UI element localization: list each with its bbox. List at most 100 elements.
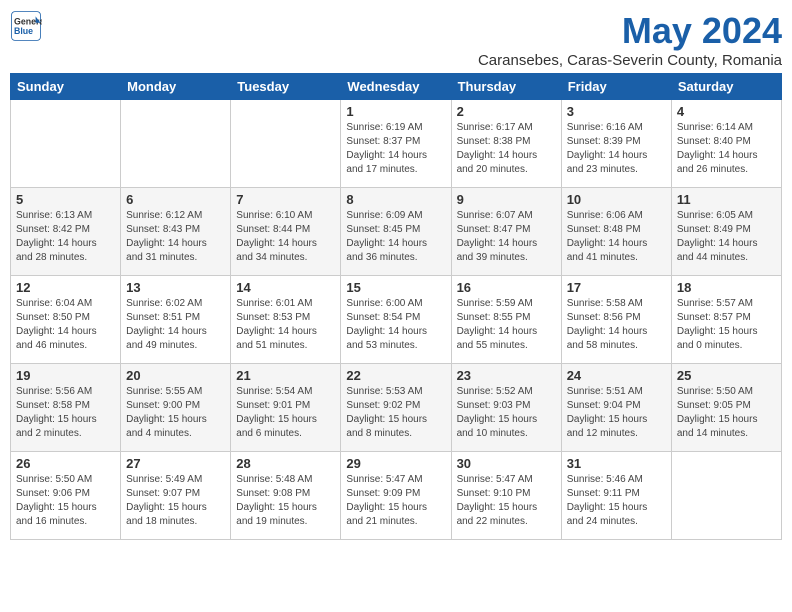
day-number: 24 <box>567 368 666 383</box>
day-number: 27 <box>126 456 225 471</box>
day-number: 18 <box>677 280 776 295</box>
calendar-cell <box>11 100 121 188</box>
day-info: Sunrise: 5:50 AM Sunset: 9:06 PM Dayligh… <box>16 473 115 529</box>
day-info: Sunrise: 6:16 AM Sunset: 8:39 PM Dayligh… <box>567 121 666 177</box>
day-info: Sunrise: 5:56 AM Sunset: 8:58 PM Dayligh… <box>16 385 115 441</box>
calendar-week-2: 5Sunrise: 6:13 AM Sunset: 8:42 PM Daylig… <box>11 188 782 276</box>
day-number: 21 <box>236 368 335 383</box>
header-sunday: Sunday <box>11 74 121 100</box>
calendar-cell: 3Sunrise: 6:16 AM Sunset: 8:39 PM Daylig… <box>561 100 671 188</box>
header-thursday: Thursday <box>451 74 561 100</box>
calendar-cell: 10Sunrise: 6:06 AM Sunset: 8:48 PM Dayli… <box>561 188 671 276</box>
calendar-cell: 23 Sunrise: 5:52 AM Sunset: 9:03 PM Dayli… <box>451 364 561 452</box>
day-number: 11 <box>677 192 776 207</box>
day-info: Sunrise: 6:12 AM Sunset: 8:43 PM Dayligh… <box>126 209 225 265</box>
calendar-cell <box>671 452 781 540</box>
day-info: Sunrise: 6:17 AM Sunset: 8:38 PM Dayligh… <box>457 121 556 177</box>
day-info: Sunrise: 5:47 AM Sunset: 9:09 PM Dayligh… <box>346 473 445 529</box>
logo-icon: General Blue <box>10 10 42 42</box>
day-number: 1 <box>346 104 445 119</box>
day-number: 7 <box>236 192 335 207</box>
calendar-cell: 28 Sunrise: 5:48 AM Sunset: 9:08 PM Dayli… <box>231 452 341 540</box>
day-number: 17 <box>567 280 666 295</box>
calendar-cell: 20 Sunrise: 5:55 AM Sunset: 9:00 PM Dayli… <box>121 364 231 452</box>
calendar-cell: 11Sunrise: 6:05 AM Sunset: 8:49 PM Dayli… <box>671 188 781 276</box>
day-info: Sunrise: 5:50 AM Sunset: 9:05 PM Dayligh… <box>677 385 776 441</box>
calendar-week-3: 12Sunrise: 6:04 AM Sunset: 8:50 PM Dayli… <box>11 276 782 364</box>
day-info: Sunrise: 5:49 AM Sunset: 9:07 PM Dayligh… <box>126 473 225 529</box>
calendar-week-4: 19 Sunrise: 5:56 AM Sunset: 8:58 PM Dayli… <box>11 364 782 452</box>
day-number: 26 <box>16 456 115 471</box>
day-number: 29 <box>346 456 445 471</box>
day-info: Sunrise: 5:48 AM Sunset: 9:08 PM Dayligh… <box>236 473 335 529</box>
day-info: Sunrise: 5:54 AM Sunset: 9:01 PM Dayligh… <box>236 385 335 441</box>
calendar-cell: 1 Sunrise: 6:19 AM Sunset: 8:37 PM Daylig… <box>341 100 451 188</box>
calendar-cell: 18 Sunrise: 5:57 AM Sunset: 8:57 PM Dayli… <box>671 276 781 364</box>
calendar-cell: 16 Sunrise: 5:59 AM Sunset: 8:55 PM Dayli… <box>451 276 561 364</box>
day-info: Sunrise: 6:10 AM Sunset: 8:44 PM Dayligh… <box>236 209 335 265</box>
day-info: Sunrise: 6:07 AM Sunset: 8:47 PM Dayligh… <box>457 209 556 265</box>
calendar-cell: 29 Sunrise: 5:47 AM Sunset: 9:09 PM Dayli… <box>341 452 451 540</box>
calendar-cell: 27 Sunrise: 5:49 AM Sunset: 9:07 PM Dayli… <box>121 452 231 540</box>
header-tuesday: Tuesday <box>231 74 341 100</box>
day-info: Sunrise: 5:59 AM Sunset: 8:55 PM Dayligh… <box>457 297 556 353</box>
day-info: Sunrise: 5:58 AM Sunset: 8:56 PM Dayligh… <box>567 297 666 353</box>
page-header: General Blue May 2024 Caransebes, Caras-… <box>10 10 782 69</box>
day-info: Sunrise: 6:02 AM Sunset: 8:51 PM Dayligh… <box>126 297 225 353</box>
header-wednesday: Wednesday <box>341 74 451 100</box>
day-info: Sunrise: 5:51 AM Sunset: 9:04 PM Dayligh… <box>567 385 666 441</box>
day-number: 25 <box>677 368 776 383</box>
subtitle: Caransebes, Caras-Severin County, Romani… <box>478 52 782 69</box>
calendar-cell <box>121 100 231 188</box>
day-number: 28 <box>236 456 335 471</box>
day-info: Sunrise: 5:57 AM Sunset: 8:57 PM Dayligh… <box>677 297 776 353</box>
calendar-cell: 25 Sunrise: 5:50 AM Sunset: 9:05 PM Dayli… <box>671 364 781 452</box>
day-number: 2 <box>457 104 556 119</box>
day-number: 30 <box>457 456 556 471</box>
calendar-table: SundayMondayTuesdayWednesdayThursdayFrid… <box>10 73 782 540</box>
day-info: Sunrise: 6:04 AM Sunset: 8:50 PM Dayligh… <box>16 297 115 353</box>
day-info: Sunrise: 6:14 AM Sunset: 8:40 PM Dayligh… <box>677 121 776 177</box>
header-saturday: Saturday <box>671 74 781 100</box>
day-info: Sunrise: 6:09 AM Sunset: 8:45 PM Dayligh… <box>346 209 445 265</box>
title-area: May 2024 Caransebes, Caras-Severin Count… <box>478 10 782 69</box>
calendar-cell: 30Sunrise: 5:47 AM Sunset: 9:10 PM Dayli… <box>451 452 561 540</box>
day-info: Sunrise: 6:00 AM Sunset: 8:54 PM Dayligh… <box>346 297 445 353</box>
month-title: May 2024 <box>478 10 782 52</box>
day-info: Sunrise: 6:06 AM Sunset: 8:48 PM Dayligh… <box>567 209 666 265</box>
calendar-cell: 5Sunrise: 6:13 AM Sunset: 8:42 PM Daylig… <box>11 188 121 276</box>
calendar-cell: 13 Sunrise: 6:02 AM Sunset: 8:51 PM Dayli… <box>121 276 231 364</box>
calendar-cell: 17 Sunrise: 5:58 AM Sunset: 8:56 PM Dayli… <box>561 276 671 364</box>
calendar-cell: 19 Sunrise: 5:56 AM Sunset: 8:58 PM Dayli… <box>11 364 121 452</box>
calendar-cell: 2 Sunrise: 6:17 AM Sunset: 8:38 PM Daylig… <box>451 100 561 188</box>
day-number: 5 <box>16 192 115 207</box>
svg-text:Blue: Blue <box>14 26 33 36</box>
day-number: 23 <box>457 368 556 383</box>
calendar-cell: 21 Sunrise: 5:54 AM Sunset: 9:01 PM Dayli… <box>231 364 341 452</box>
day-info: Sunrise: 5:55 AM Sunset: 9:00 PM Dayligh… <box>126 385 225 441</box>
calendar-week-1: 1 Sunrise: 6:19 AM Sunset: 8:37 PM Daylig… <box>11 100 782 188</box>
calendar-cell: 8Sunrise: 6:09 AM Sunset: 8:45 PM Daylig… <box>341 188 451 276</box>
day-number: 16 <box>457 280 556 295</box>
day-info: Sunrise: 5:52 AM Sunset: 9:03 PM Dayligh… <box>457 385 556 441</box>
day-number: 20 <box>126 368 225 383</box>
day-number: 13 <box>126 280 225 295</box>
day-number: 31 <box>567 456 666 471</box>
day-info: Sunrise: 6:19 AM Sunset: 8:37 PM Dayligh… <box>346 121 445 177</box>
day-info: Sunrise: 5:53 AM Sunset: 9:02 PM Dayligh… <box>346 385 445 441</box>
day-number: 15 <box>346 280 445 295</box>
day-number: 6 <box>126 192 225 207</box>
logo: General Blue <box>10 10 42 42</box>
day-number: 22 <box>346 368 445 383</box>
calendar-cell: 6 Sunrise: 6:12 AM Sunset: 8:43 PM Daylig… <box>121 188 231 276</box>
calendar-cell: 31Sunrise: 5:46 AM Sunset: 9:11 PM Dayli… <box>561 452 671 540</box>
day-number: 19 <box>16 368 115 383</box>
calendar-cell: 14Sunrise: 6:01 AM Sunset: 8:53 PM Dayli… <box>231 276 341 364</box>
header-friday: Friday <box>561 74 671 100</box>
day-number: 4 <box>677 104 776 119</box>
calendar-cell: 7 Sunrise: 6:10 AM Sunset: 8:44 PM Daylig… <box>231 188 341 276</box>
calendar-cell: 22 Sunrise: 5:53 AM Sunset: 9:02 PM Dayli… <box>341 364 451 452</box>
calendar-cell: 9 Sunrise: 6:07 AM Sunset: 8:47 PM Daylig… <box>451 188 561 276</box>
day-number: 9 <box>457 192 556 207</box>
calendar-week-5: 26 Sunrise: 5:50 AM Sunset: 9:06 PM Dayli… <box>11 452 782 540</box>
